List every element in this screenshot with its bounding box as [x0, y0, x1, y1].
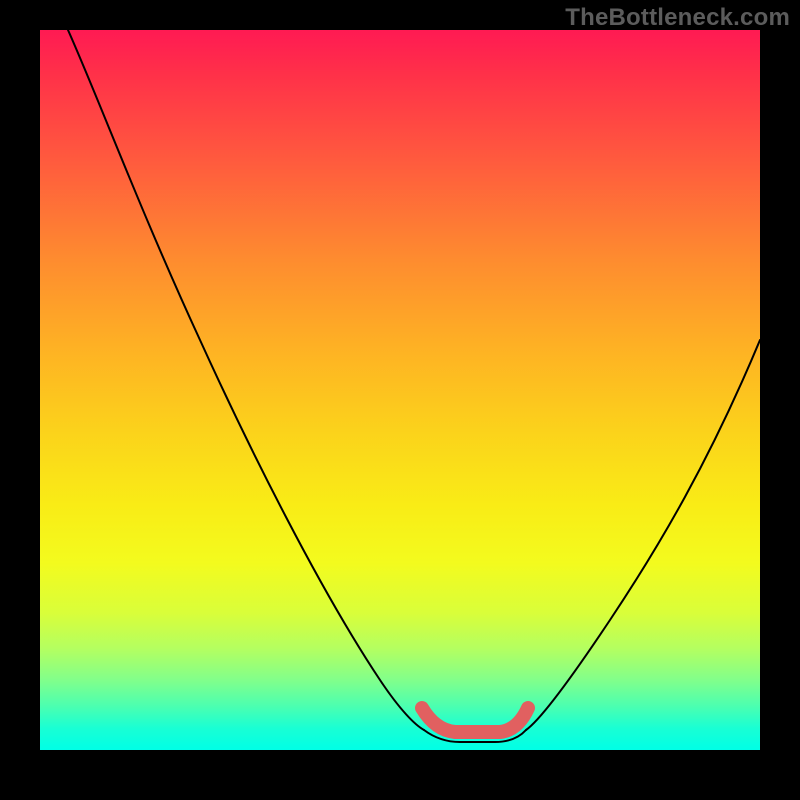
chart-frame: TheBottleneck.com [0, 0, 800, 800]
curve-valley-highlight [422, 708, 528, 732]
curve-left-descent [68, 30, 424, 730]
watermark-label: TheBottleneck.com [565, 4, 790, 32]
chart-curves [40, 30, 760, 750]
curve-right-ascent [526, 340, 760, 730]
plot-area [40, 30, 760, 750]
